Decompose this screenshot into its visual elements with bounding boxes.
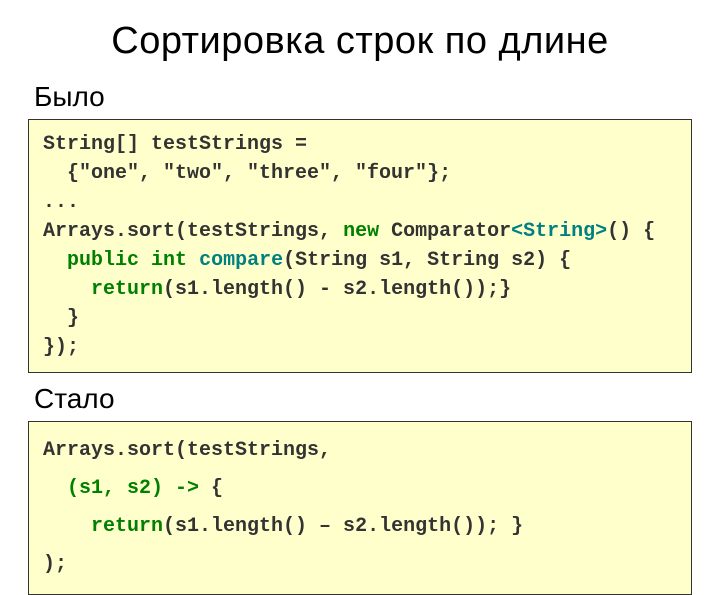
code-line: } [43,307,79,330]
lambda-head: (s1, s2) -> [67,477,199,500]
code-text [43,515,91,538]
code-text: (String s1, String s2) { [283,249,571,272]
code-text: (s1.length() - s2.length());} [163,278,511,301]
code-text: { [199,477,223,500]
slide: Сортировка строк по длине Было String[] … [0,0,720,540]
code-line: ... [43,191,79,214]
code-text [43,249,67,272]
code-line: Arrays.sort(testStrings, [43,220,343,243]
page-title: Сортировка строк по длине [28,20,692,63]
method-compare: compare [199,249,283,272]
code-line: {"one", "two", "three", "four"}; [43,162,451,185]
keyword-return: return [91,515,163,538]
label-after: Стало [34,383,692,415]
code-line: ); [43,553,67,576]
label-before: Было [34,81,692,113]
code-line: }); [43,336,79,359]
code-text [187,249,199,272]
code-line: Arrays.sort(testStrings, [43,439,331,462]
code-text: Comparator [379,220,511,243]
code-text [43,278,91,301]
keyword-new: new [343,220,379,243]
code-line: String[] testStrings = [43,133,307,156]
keyword-public-int: public int [67,249,187,272]
code-before: String[] testStrings = {"one", "two", "t… [28,119,692,373]
keyword-return: return [91,278,163,301]
code-after: Arrays.sort(testStrings, (s1, s2) -> { r… [28,421,692,595]
code-text: () { [607,220,655,243]
code-text: (s1.length() – s2.length()); } [163,515,523,538]
code-text [43,477,67,500]
type-param: <String> [511,220,607,243]
